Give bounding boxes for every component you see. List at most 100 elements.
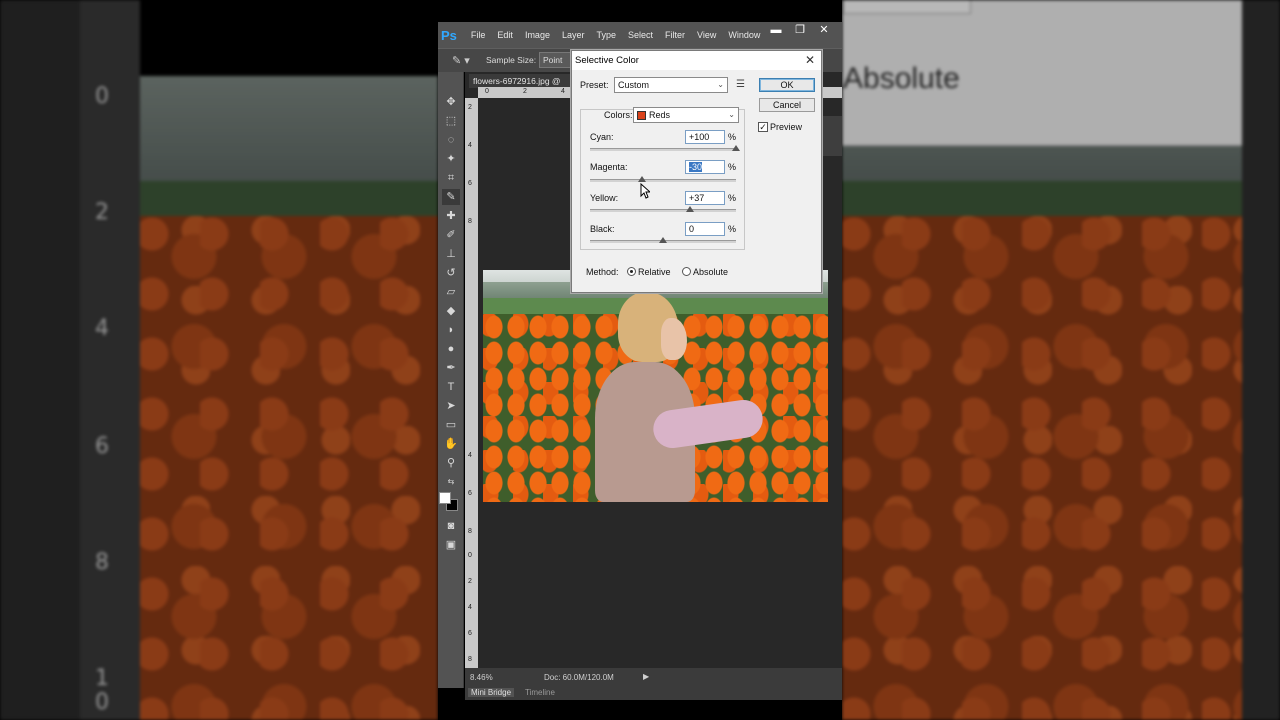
pen-tool-icon[interactable]: ✒ [442,360,460,376]
foreground-color-swatch[interactable] [439,492,451,504]
path-selection-icon[interactable]: ➤ [442,398,460,414]
cyan-slider[interactable] [590,148,736,151]
chevron-down-icon: ⌄ [717,80,724,89]
cyan-input[interactable]: +100 [685,130,725,144]
ruler-number: 6 [468,180,472,187]
blur-tool-icon[interactable]: ◗ [442,322,460,338]
menu-layer[interactable]: Layer [562,30,585,40]
eraser-tool-icon[interactable]: ▱ [442,284,460,300]
preset-select[interactable]: Custom ⌄ [614,77,728,93]
bg-ruler-number: 4 [95,316,109,341]
eyedropper-tool-icon[interactable]: ✎ [442,189,460,205]
type-tool-icon[interactable]: T [442,379,460,395]
swap-colors-icon[interactable]: ⇆ [442,474,460,490]
doc-size: Doc: 60.0M/120.0M [544,673,614,682]
document-photo [483,270,828,502]
bottom-panel-tabs: Mini Bridge Timeline [465,686,842,700]
method-relative-label: Relative [638,267,671,277]
ruler-number: 8 [468,528,472,535]
move-tool-icon[interactable]: ✥ [442,94,460,110]
menu-file[interactable]: File [471,30,486,40]
clone-stamp-icon[interactable]: ⊥ [442,246,460,262]
marquee-tool-icon[interactable]: ⬚ [442,113,460,129]
screen-mode-icon[interactable]: ▣ [442,537,460,553]
ruler-number: 0 [485,88,489,95]
bg-photo-left [140,76,438,720]
ruler-number: 4 [561,88,565,95]
rectangle-tool-icon[interactable]: ▭ [442,417,460,433]
tab-timeline[interactable]: Timeline [525,688,555,697]
bg-ruler-number: 2 [95,200,109,225]
ruler-number: 4 [468,604,472,611]
ruler-number: 0 [468,552,472,559]
window-controls: ▬ ❐ ✕ [764,22,836,40]
bg-ruler-number: 0 [95,84,109,109]
restore-icon[interactable]: ❐ [788,22,812,40]
bg-absolute-text: Absolute [843,62,960,95]
status-menu-arrow-icon[interactable]: ▶ [643,672,649,681]
background-right-zoom: Absolute [842,0,1280,720]
sample-size-select[interactable]: Point Sa [539,52,575,68]
eyedropper-icon[interactable]: ✎ ▾ [452,54,470,67]
paint-bucket-icon[interactable]: ◆ [442,303,460,319]
preview-checkbox[interactable]: ✓ [758,122,768,132]
status-bar: 8.46% Doc: 60.0M/120.0M ▶ [465,668,842,686]
crop-tool-icon[interactable]: ⌗ [442,170,460,186]
bg-ruler-number: 0 [95,690,109,715]
ruler-number: 2 [523,88,527,95]
menu-type[interactable]: Type [596,30,616,40]
right-panel-collapsed[interactable] [821,116,842,156]
minimize-icon[interactable]: ▬ [764,22,788,40]
preset-label: Preset: [580,80,609,90]
ruler-number: 8 [468,656,472,663]
mouse-cursor-icon [640,183,650,199]
preset-value: Custom [618,80,650,90]
black-slider-thumb[interactable] [659,237,667,243]
menu-edit[interactable]: Edit [497,30,513,40]
bg-left-ruler [80,0,140,720]
bg-toolbar-strip [0,0,80,720]
zoom-level[interactable]: 8.46% [470,673,493,682]
close-icon[interactable]: ✕ [805,53,815,67]
magenta-slider-thumb[interactable] [638,176,646,182]
magenta-input[interactable]: -30 [685,160,725,174]
quick-mask-icon[interactable]: ◙ [442,518,460,534]
healing-brush-icon[interactable]: ✚ [442,208,460,224]
yellow-input[interactable]: +37 [685,191,725,205]
bg-dialog-zoom: Absolute [842,0,1242,146]
cyan-percent: % [728,132,737,142]
menu-select[interactable]: Select [628,30,653,40]
menu-image[interactable]: Image [525,30,550,40]
hand-tool-icon[interactable]: ✋ [442,436,460,452]
menu-view[interactable]: View [697,30,716,40]
reds-color-chip [637,111,646,121]
method-label: Method: [586,267,619,277]
cyan-label: Cyan: [590,132,614,142]
menu-window[interactable]: Window [728,30,760,40]
lasso-tool-icon[interactable]: ◌ [442,132,460,148]
magic-wand-icon[interactable]: ✦ [442,151,460,167]
cyan-slider-thumb[interactable] [732,145,740,151]
ok-button[interactable]: OK [759,78,815,92]
cancel-button[interactable]: Cancel [759,98,815,112]
black-label: Black: [590,224,615,234]
magenta-slider[interactable] [590,179,736,182]
zoom-tool-icon[interactable]: ⚲ [442,455,460,471]
method-relative-radio[interactable] [627,267,636,276]
brush-tool-icon[interactable]: ✐ [442,227,460,243]
ruler-number: 6 [468,490,472,497]
preset-options-icon[interactable]: ☰ [736,79,745,90]
colors-select[interactable]: Reds ⌄ [633,107,739,123]
bg-ruler-number: 6 [95,434,109,459]
history-brush-icon[interactable]: ↺ [442,265,460,281]
yellow-slider-thumb[interactable] [686,206,694,212]
dodge-tool-icon[interactable]: ● [442,341,460,357]
black-input[interactable]: 0 [685,222,725,236]
colors-value: Reds [649,110,671,120]
method-absolute-radio[interactable] [682,267,691,276]
yellow-slider[interactable] [590,209,736,212]
magenta-percent: % [728,162,737,172]
close-icon[interactable]: ✕ [812,22,836,40]
menu-filter[interactable]: Filter [665,30,685,40]
tab-mini-bridge[interactable]: Mini Bridge [468,688,515,697]
